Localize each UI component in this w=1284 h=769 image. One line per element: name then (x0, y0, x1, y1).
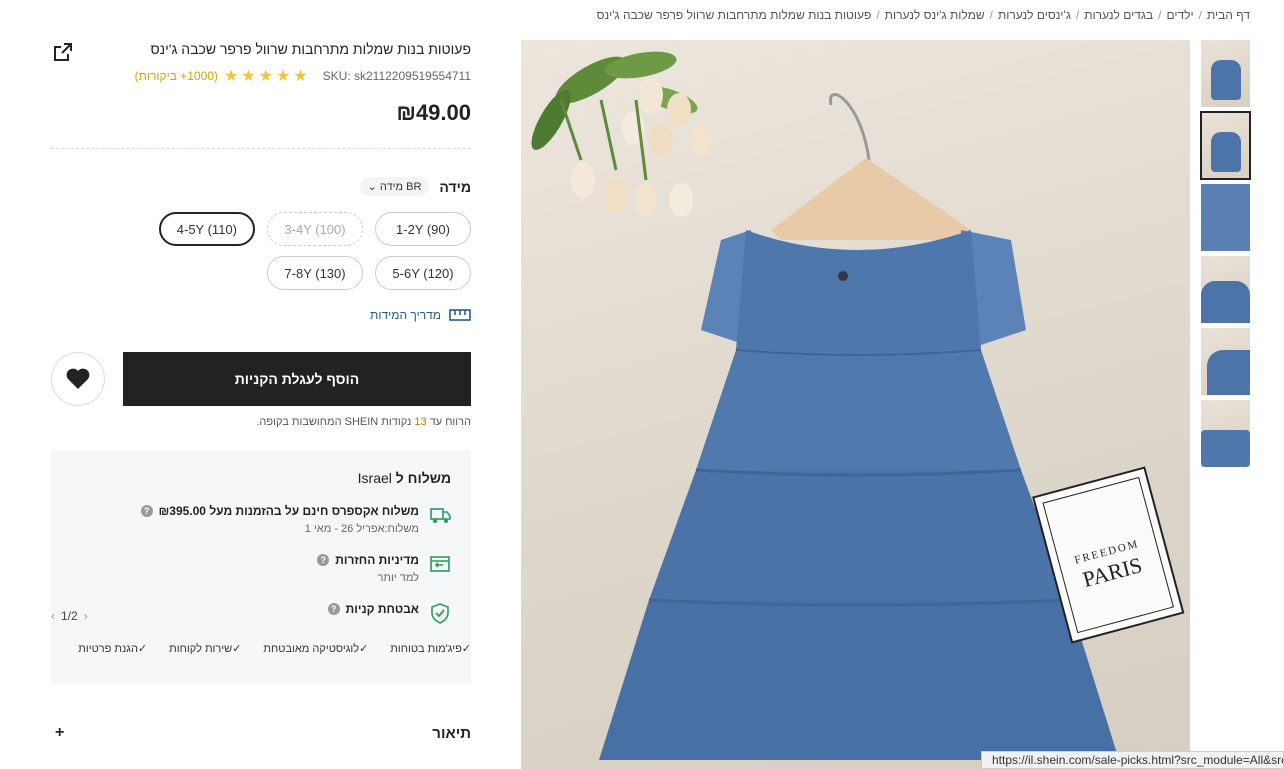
size-option-selected[interactable]: 4-5Y (110) (158, 212, 255, 246)
description-toggle[interactable]: תיאור + (51, 724, 471, 742)
breadcrumb-separator: / (989, 8, 993, 22)
breadcrumb-current: פעוטות בנות שמלות מתרחבות שרוול פרפר שכב… (596, 8, 872, 22)
help-icon[interactable]: ? (317, 554, 330, 566)
product-meta: SKU: sk2112209519554711 ★★★★★ (1000+ ביק… (51, 66, 471, 86)
guarantee-strip: ✓פיג'מות בטוחות ✓לוגיסטיקה מאובטחת ✓שירו… (51, 635, 471, 665)
product-price: ₪49.00 (396, 100, 472, 125)
heart-icon (66, 368, 90, 389)
purchase-security-title: אבטחת קניות (345, 602, 419, 616)
size-option[interactable]: 3-4Y (100) (267, 212, 363, 246)
breadcrumb-girls-jeans[interactable]: ג'ינסים לנערות (998, 8, 1071, 22)
thumbnail-2[interactable] (1200, 111, 1251, 180)
size-header: מידה BR מידה ⌄ (51, 177, 471, 196)
main-product-image[interactable]: FREEDOM PARIS (521, 40, 1190, 769)
breadcrumb-separator: / (1158, 8, 1162, 22)
plus-icon: + (55, 724, 65, 741)
dress-thumbnail-image (1207, 350, 1250, 395)
return-icon (430, 556, 450, 572)
help-icon[interactable]: ? (327, 603, 340, 615)
size-system-select[interactable]: BR מידה ⌄ (359, 177, 430, 196)
guarantee-item: ✓שירות לקוחות (169, 643, 242, 655)
shipping-title-label: משלוח ל (395, 470, 451, 486)
size-option[interactable]: 7-8Y (130) (267, 256, 363, 290)
size-system-value: BR מידה (379, 181, 422, 193)
size-options: 1-2Y (90) 3-4Y (100) 4-5Y (110) 5-6Y (12… (151, 212, 471, 290)
breadcrumb-separator: / (876, 8, 880, 22)
breadcrumb-home[interactable]: דף הבית (1207, 8, 1250, 22)
description-label: תיאור (432, 724, 471, 742)
ruler-icon (449, 309, 471, 321)
dress-thumbnail-image (1211, 60, 1241, 100)
help-icon[interactable]: ? (140, 505, 153, 517)
add-to-cart-button[interactable]: הוסף לעגלת הקניות (122, 352, 471, 406)
guarantee-item: ✓הגנת פרטיות (78, 643, 148, 655)
points-prefix: הרווח עד (429, 416, 471, 428)
shipping-item-returns: מדיניות החזרות? למד יותר (71, 553, 451, 584)
flower-bouquet (531, 51, 712, 217)
breadcrumb-denim-dresses[interactable]: שמלות ג'ינס לנערות (885, 8, 985, 22)
shipping-express-date: משלוח:אפריל 26 - מאי 1 (304, 523, 419, 535)
hanger (771, 93, 971, 240)
shipping-box: משלוח ל Israel משלוח אקספרס חינם על בהזמ… (51, 450, 471, 684)
product-info-panel: פעוטות בנות שמלות מתרחבות שרוול פרפר שכב… (51, 30, 471, 742)
points-note: הרווח עד 13 נקודות SHEIN המחושבות בקופה. (51, 416, 471, 428)
thumbnail-3[interactable] (1201, 184, 1250, 251)
breadcrumb-girls-clothing[interactable]: בגדים לנערות (1084, 8, 1153, 22)
cart-row: הוסף לעגלת הקניות (51, 352, 471, 406)
points-number: 13 (414, 416, 427, 428)
thumbnail-4[interactable] (1201, 256, 1250, 323)
size-guide-link[interactable]: מדריך המידות (51, 308, 471, 322)
chevron-right-icon[interactable]: › (84, 609, 88, 623)
breadcrumb: דף הבית / ילדים / בגדים לנערות / ג'ינסים לנ… (597, 8, 1250, 22)
dress-photo: FREEDOM PARIS (531, 51, 1185, 760)
shipping-country[interactable]: Israel (358, 470, 392, 486)
product-title: פעוטות בנות שמלות מתרחבות שרוול פרפר שכב… (150, 41, 472, 57)
check-icon: ✓ (461, 643, 471, 655)
guarantee-item: ✓לוגיסטיקה מאובטחת (263, 643, 369, 655)
learn-more-link[interactable]: למד יותר (317, 572, 419, 584)
returns-policy-title: מדיניות החזרות (335, 553, 419, 567)
size-option[interactable]: 1-2Y (90) (375, 212, 471, 246)
breadcrumb-kids[interactable]: ילדים (1166, 8, 1193, 22)
shipping-item-security: אבטחת קניות? (71, 602, 451, 624)
dress-thumbnail-image (1211, 132, 1241, 172)
wishlist-button[interactable] (51, 352, 105, 406)
size-label: מידה (439, 178, 471, 195)
size-guide-label: מדריך המידות (370, 308, 441, 322)
truck-icon (430, 508, 451, 523)
check-icon: ✓ (359, 643, 369, 655)
share-icon[interactable] (53, 42, 73, 62)
thumbnail-6[interactable] (1201, 400, 1250, 467)
shipping-title: משלוח ל Israel (71, 470, 451, 486)
breadcrumb-separator: / (1198, 8, 1202, 22)
breadcrumb-separator: / (1075, 8, 1080, 22)
divider (51, 148, 471, 149)
check-icon: ✓ (137, 643, 148, 655)
dress-thumbnail-image (1201, 281, 1250, 323)
points-suffix: נקודות SHEIN המחושבות בקופה. (256, 416, 412, 428)
chevron-left-icon[interactable]: ‹ (51, 609, 55, 623)
chevron-down-icon: ⌄ (367, 181, 377, 193)
rating-stars-icon: ★★★★★ (223, 68, 311, 85)
check-icon: ✓ (232, 643, 242, 655)
shipping-express-title: משלוח אקספרס חינם על בהזמנות מעל ₪395.00 (158, 504, 419, 518)
status-bar-url: https://il.shein.com/sale-picks.html?src… (981, 751, 1284, 769)
size-option[interactable]: 5-6Y (120) (375, 256, 471, 290)
thumbnail-strip (1200, 40, 1251, 472)
pager-value: 1/2 (61, 609, 78, 623)
shipping-item-express: משלוח אקספרס חינם על בהזמנות מעל ₪395.00… (71, 504, 451, 535)
guarantee-pager: ‹ 1/2 › (51, 609, 88, 623)
reviews-link[interactable]: (1000+ ביקורות) (135, 69, 218, 83)
dress-thumbnail-image (1201, 184, 1250, 251)
thumbnail-5[interactable] (1201, 328, 1250, 395)
thumbnail-1[interactable] (1201, 40, 1250, 107)
guarantee-item: ✓פיג'מות בטוחות (390, 643, 471, 655)
shield-check-icon (431, 603, 449, 624)
dress-thumbnail-image (1201, 430, 1250, 467)
product-sku: SKU: sk2112209519554711 (322, 69, 471, 83)
